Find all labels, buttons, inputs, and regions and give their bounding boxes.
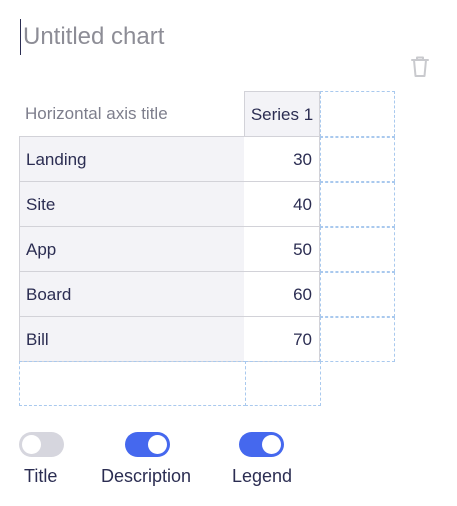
ghost-cell[interactable] — [320, 272, 395, 317]
value-cell[interactable]: 70 — [244, 316, 320, 362]
description-toggle-label: Description — [101, 466, 192, 486]
category-cell[interactable]: Site — [19, 181, 245, 227]
ghost-cell[interactable] — [320, 227, 395, 272]
toggle-knob — [262, 435, 281, 454]
add-category-cell[interactable] — [19, 361, 246, 406]
toggle-knob — [22, 435, 41, 454]
toggle-knob — [148, 435, 167, 454]
value-cell[interactable]: 60 — [244, 271, 320, 317]
category-cell[interactable]: Board — [19, 271, 245, 317]
value-cell[interactable]: 30 — [244, 136, 320, 182]
ghost-cell[interactable] — [320, 137, 395, 182]
ghost-cell[interactable] — [320, 182, 395, 227]
title-toggle[interactable] — [19, 432, 64, 457]
title-toggle-label: Title — [24, 466, 58, 486]
description-toggle[interactable] — [125, 432, 170, 457]
value-cell[interactable]: 50 — [244, 226, 320, 272]
chart-title-input[interactable] — [20, 19, 403, 55]
category-cell[interactable]: App — [19, 226, 245, 272]
category-cell[interactable]: Bill — [19, 316, 245, 362]
series-name-cell[interactable]: Series 1 — [244, 91, 320, 137]
value-cell[interactable]: 40 — [244, 181, 320, 227]
legend-toggle[interactable] — [239, 432, 284, 457]
add-series-cell[interactable] — [320, 91, 395, 137]
trash-icon[interactable] — [406, 53, 434, 81]
ghost-cell[interactable] — [320, 317, 395, 362]
add-value-cell[interactable] — [245, 361, 321, 406]
horizontal-axis-title-cell[interactable]: Horizontal axis title — [19, 91, 245, 137]
legend-toggle-label: Legend — [232, 466, 293, 486]
category-cell[interactable]: Landing — [19, 136, 245, 182]
